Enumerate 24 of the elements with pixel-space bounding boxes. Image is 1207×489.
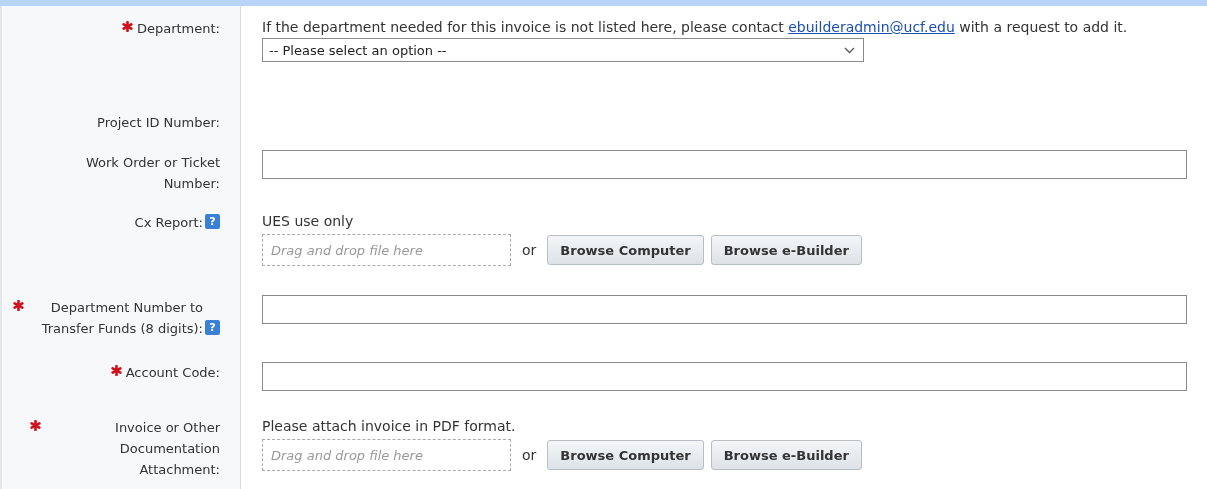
- field-label: Account Code:: [125, 364, 220, 382]
- field-label: Department Number to Transfer Funds (8 digits):: [40, 299, 203, 338]
- email-link[interactable]: ebuilderadmin@ucf.edu: [788, 19, 955, 35]
- help-icon[interactable]: ?: [205, 320, 220, 335]
- text-field[interactable]: [262, 150, 1187, 179]
- field-label: Cx Report:: [134, 214, 203, 232]
- field-label: Invoice or Other Documentation Attachment:: [114, 419, 220, 479]
- field-label: Department:: [136, 20, 220, 38]
- chevron-icon: [844, 46, 855, 54]
- browse-button[interactable]: Browse Computer: [547, 235, 704, 265]
- field-note: UES use only: [262, 212, 355, 231]
- text-field[interactable]: [262, 295, 1187, 324]
- field-label: Work Order or Ticket Number:: [84, 154, 220, 193]
- browse-button[interactable]: Browse Computer: [547, 440, 704, 470]
- field-label: Project ID Number:: [97, 114, 220, 132]
- or-text: or: [522, 242, 537, 258]
- field-note: Please attach invoice in PDF format.: [262, 417, 517, 436]
- department-select[interactable]: -- Please select an option --: [262, 38, 864, 62]
- help-icon[interactable]: ?: [205, 214, 220, 229]
- text-field[interactable]: [262, 362, 1187, 391]
- or-text: or: [522, 447, 537, 463]
- browse-button[interactable]: Browse e-Builder: [710, 440, 862, 470]
- field-note: If the department needed for this invoice is not listed here, please contact ebuilderadmin@ucf.edu with a request to add it.: [262, 18, 1129, 37]
- browse-button[interactable]: Browse e-Builder: [710, 235, 862, 265]
